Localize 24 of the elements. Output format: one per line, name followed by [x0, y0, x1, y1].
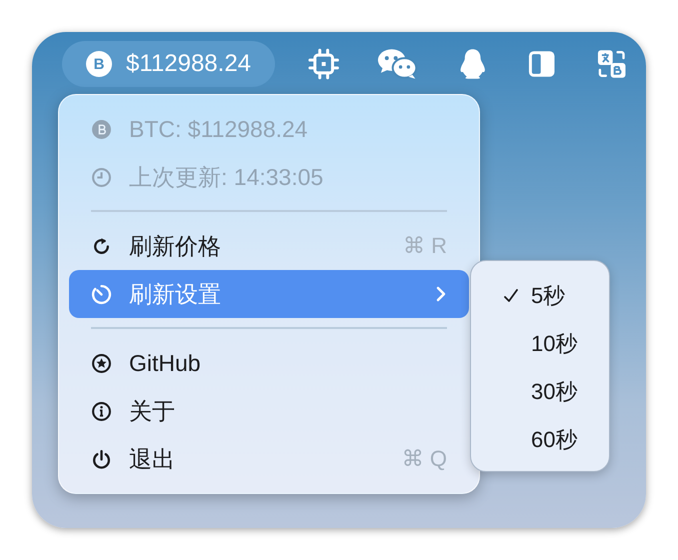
info-icon [91, 400, 112, 422]
menu-item[interactable]: 刷新价格 ⌘ R [69, 222, 469, 270]
clock-icon [91, 166, 112, 188]
keyboard-shortcut: ⌘ R [403, 233, 447, 259]
menu-item[interactable]: 关于 [69, 387, 469, 435]
menu-item: BTC: $112988.24 [69, 105, 469, 153]
chip-icon[interactable] [308, 48, 340, 80]
menu-item[interactable]: GitHub [69, 339, 469, 387]
menu-item[interactable]: 退出 ⌘ Q [69, 435, 469, 483]
price-status-item[interactable]: B $112988.24 [62, 41, 276, 87]
chat-bubbles-icon[interactable] [377, 48, 419, 80]
power-icon [91, 448, 112, 470]
chevron-right-icon [435, 284, 447, 304]
coin-icon: B [86, 51, 112, 77]
submenu-item[interactable]: 5秒 [471, 272, 609, 320]
translate-icon[interactable] [596, 48, 628, 80]
timer-icon [91, 284, 112, 304]
submenu-item[interactable]: 30秒 [471, 368, 609, 416]
refresh-icon [91, 236, 112, 256]
submenu-item[interactable]: 60秒 [471, 416, 609, 464]
menu-item: 上次更新: 14:33:05 [69, 153, 469, 201]
keyboard-shortcut: ⌘ Q [402, 446, 447, 472]
submenu-item[interactable]: 10秒 [471, 320, 609, 368]
coin-icon [91, 118, 112, 140]
